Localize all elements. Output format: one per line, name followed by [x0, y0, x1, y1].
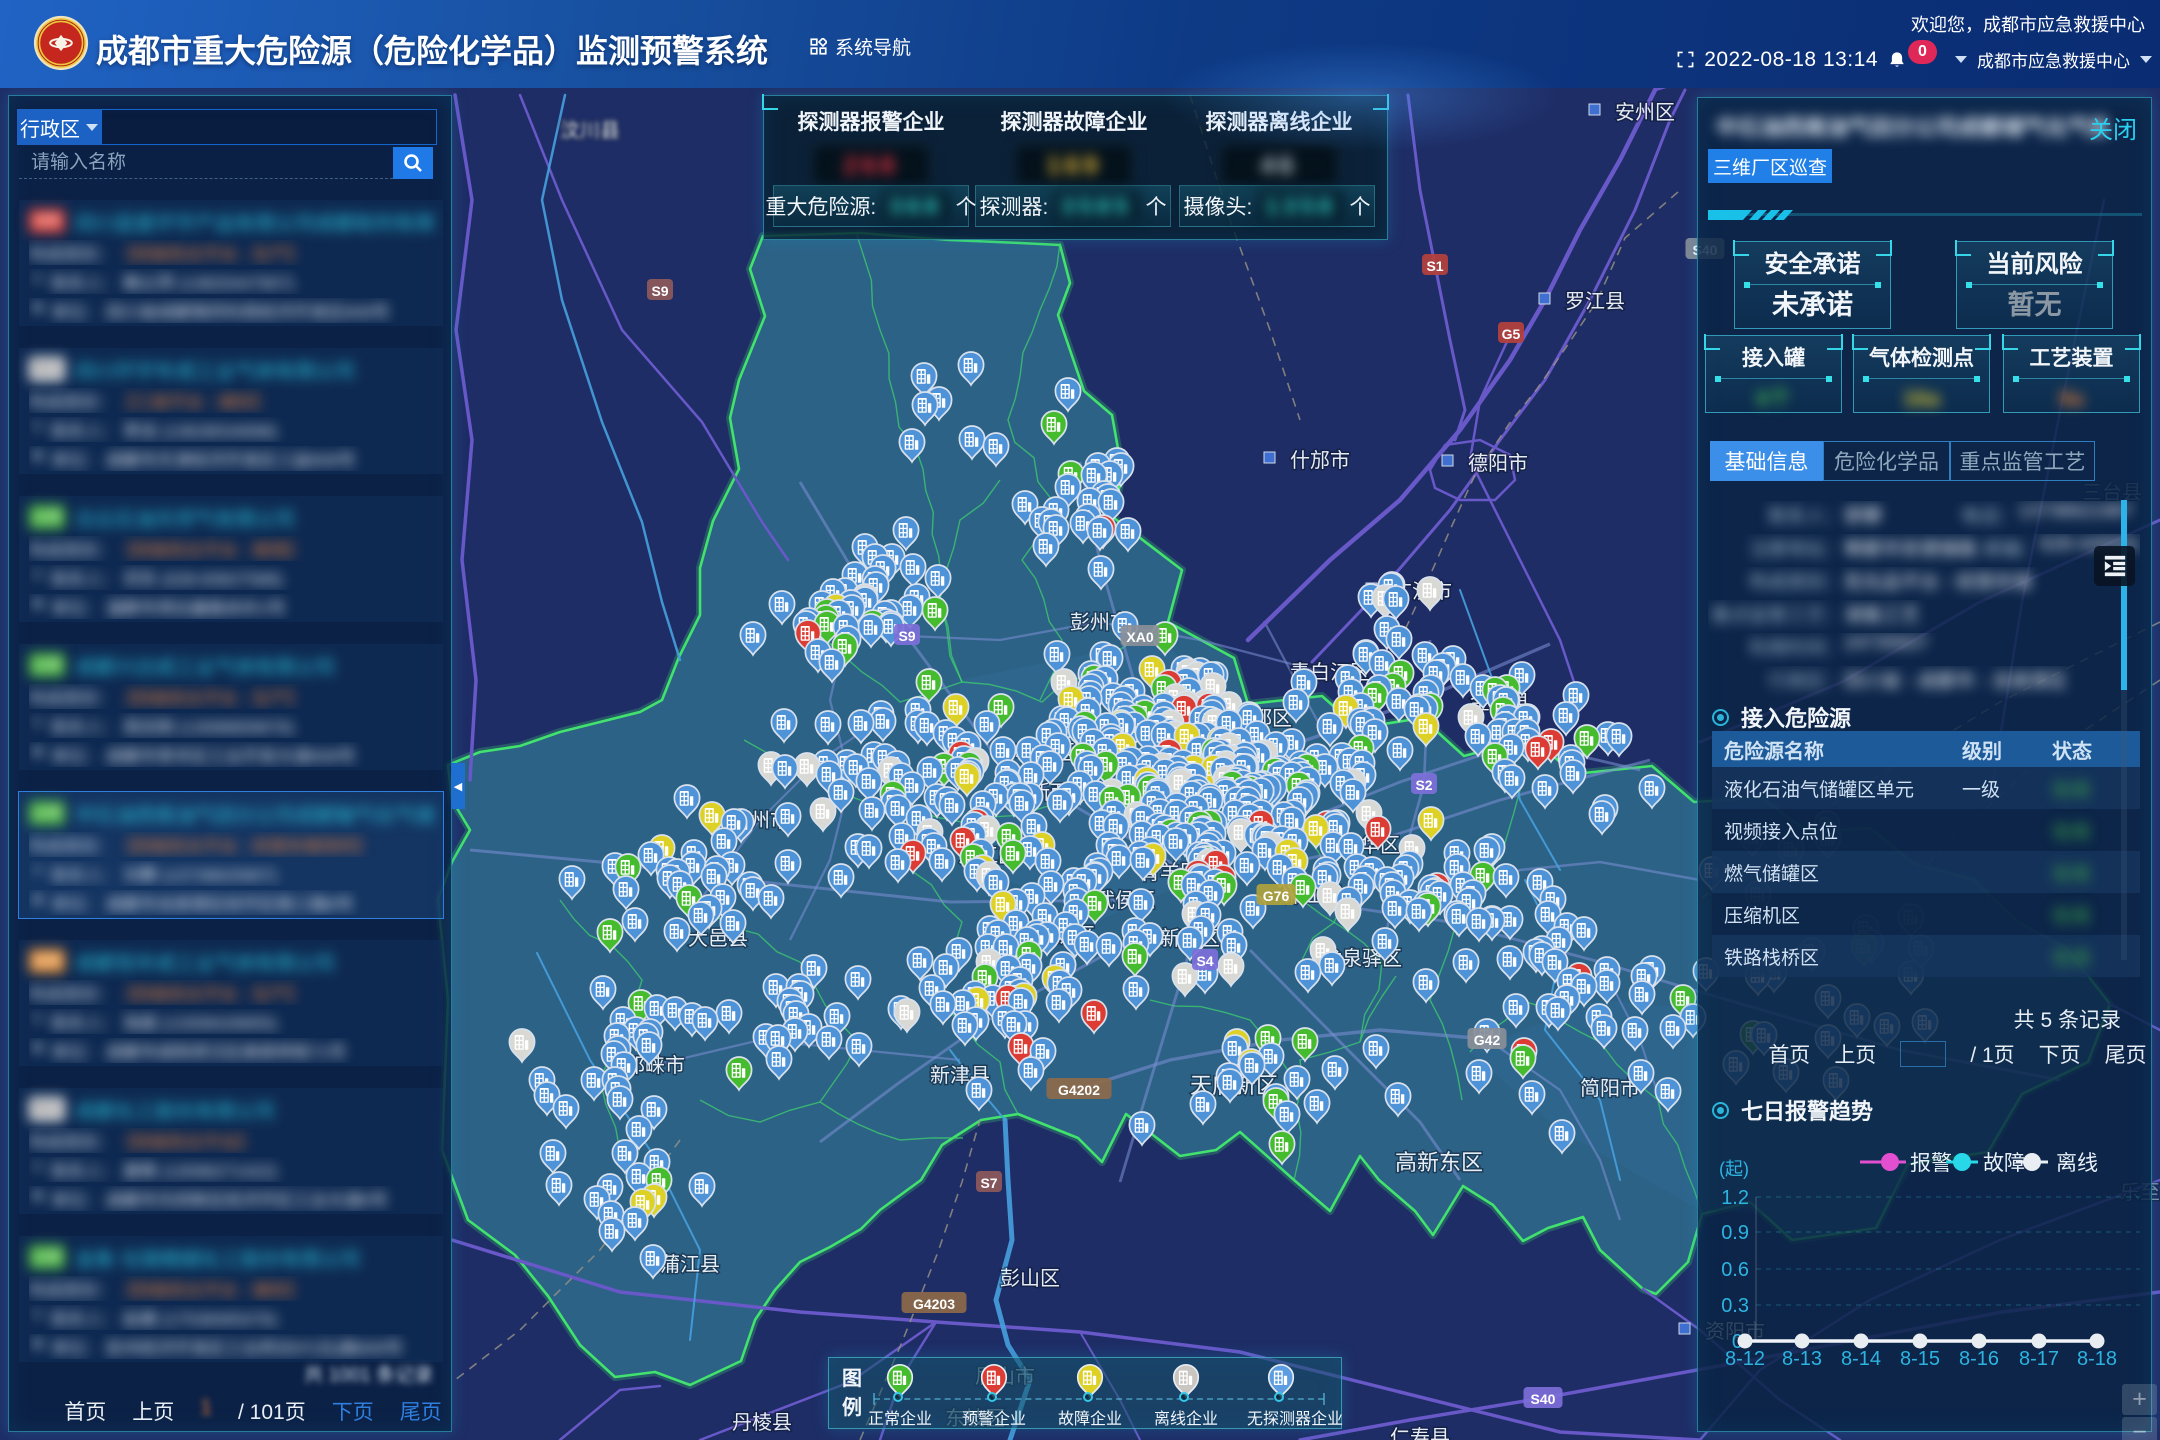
svg-text:S9: S9: [651, 283, 668, 299]
svg-text:G4202: G4202: [1058, 1082, 1100, 1098]
svg-text:0.9: 0.9: [1721, 1222, 1749, 1244]
svg-text:G42: G42: [1474, 1032, 1501, 1048]
svg-text:S7: S7: [980, 1175, 997, 1191]
svg-text:蒲江县: 蒲江县: [660, 1253, 720, 1276]
svg-text:8-13: 8-13: [1782, 1348, 1822, 1370]
svg-text:1.2: 1.2: [1721, 1187, 1749, 1209]
svg-text:S1: S1: [1426, 258, 1443, 274]
svg-text:S9: S9: [898, 628, 915, 644]
svg-text:0.3: 0.3: [1721, 1295, 1749, 1317]
svg-text:8-14: 8-14: [1841, 1348, 1881, 1370]
svg-text:S2: S2: [1415, 777, 1432, 793]
svg-text:XA0: XA0: [1126, 629, 1153, 645]
svg-text:什邡市: 什邡市: [1290, 449, 1350, 472]
svg-text:高新东区: 高新东区: [1395, 1150, 1483, 1175]
svg-text:(起): (起): [1719, 1159, 1749, 1179]
svg-text:安州区: 安州区: [1615, 101, 1675, 124]
svg-text:德阳市: 德阳市: [1468, 452, 1528, 475]
svg-text:罗江县: 罗江县: [1565, 290, 1625, 313]
svg-text:8-12: 8-12: [1725, 1348, 1765, 1370]
svg-text:彭山区: 彭山区: [1000, 1267, 1060, 1290]
svg-text:0.6: 0.6: [1721, 1259, 1749, 1281]
svg-text:G4203: G4203: [913, 1296, 955, 1312]
svg-text:8-17: 8-17: [2019, 1348, 2059, 1370]
svg-text:8-15: 8-15: [1900, 1348, 1940, 1370]
svg-text:丹棱县: 丹棱县: [732, 1411, 792, 1434]
svg-text:汶川县: 汶川县: [560, 119, 620, 142]
svg-text:S4: S4: [1196, 953, 1213, 969]
svg-text:S40: S40: [1531, 1391, 1556, 1407]
svg-text:8-16: 8-16: [1959, 1348, 1999, 1370]
svg-text:离线: 离线: [2056, 1152, 2098, 1175]
svg-text:8-18: 8-18: [2077, 1348, 2117, 1370]
svg-text:报警: 报警: [1910, 1152, 1952, 1175]
svg-text:仁寿县: 仁寿县: [1390, 1426, 1450, 1440]
svg-text:G5: G5: [1502, 326, 1521, 342]
svg-text:G76: G76: [1263, 888, 1290, 904]
